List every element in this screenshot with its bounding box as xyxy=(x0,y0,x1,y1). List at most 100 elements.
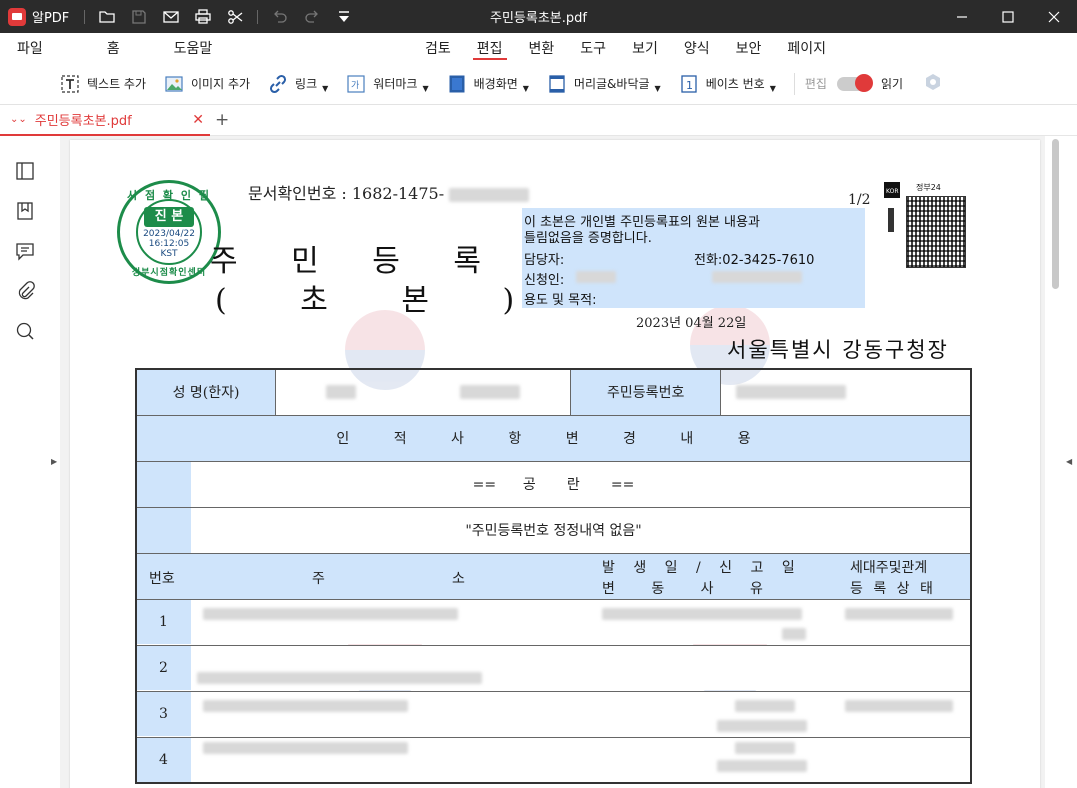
add-text-button[interactable]: 텍스트 추가 xyxy=(60,74,146,94)
right-strip xyxy=(1045,136,1077,788)
comment-panel-button[interactable] xyxy=(14,240,36,262)
search-icon xyxy=(16,322,34,340)
document-tab[interactable]: ⌄⌄ 주민등록초본.pdf ✕ xyxy=(0,105,210,136)
pdf-page: 시 점 확 인 필 진 본 2023/04/22 16:12:05 KST 정부… xyxy=(70,140,1040,788)
bates-number-button[interactable]: 1 베이츠 번호 ▼ xyxy=(679,74,776,94)
tab-convert[interactable]: 변환 xyxy=(516,33,568,63)
col-date-header-bottom: 변 동 사 유 xyxy=(602,581,779,597)
stamp-time: 16:12:05 xyxy=(148,239,190,249)
menu-file[interactable]: 파일 xyxy=(0,38,60,58)
header-footer-button[interactable]: 머리글&바닥글 ▼ xyxy=(547,74,661,94)
gov-seal-icon: KOR xyxy=(884,182,900,232)
purpose-label: 용도 및 목적: xyxy=(524,293,597,308)
tab-page[interactable]: 페이지 xyxy=(774,33,839,63)
close-tab-icon[interactable]: ✕ xyxy=(192,112,204,128)
document-tab-label: 주민등록초본.pdf xyxy=(34,114,132,129)
add-text-label: 텍스트 추가 xyxy=(87,77,147,91)
toolbar-separator xyxy=(793,72,795,95)
link-icon xyxy=(268,74,288,94)
email-button[interactable] xyxy=(155,0,187,33)
bookmark-panel-button[interactable] xyxy=(14,200,36,222)
resident-registration-table: 성 명(한자) 주민등록번호 인 적 사 항 변 경 내 용 == 공 란 == xyxy=(135,368,972,784)
redo-button[interactable] xyxy=(296,0,328,33)
row-number-3: 3 xyxy=(159,706,168,722)
document-number: 문서확인번호 : 1682-1475- xyxy=(248,180,530,204)
new-tab-button[interactable]: + xyxy=(215,110,229,130)
background-label: 배경화면 xyxy=(473,77,518,91)
header-footer-icon xyxy=(547,74,567,94)
no-correction-cell: "주민등록번호 정정내역 없음" xyxy=(135,506,972,554)
menu-home[interactable]: 홈 xyxy=(90,38,137,58)
link-label: 링크 xyxy=(295,77,318,91)
undo-icon xyxy=(274,10,287,23)
header-footer-dropdown-icon[interactable]: ▼ xyxy=(655,84,661,93)
tab-tools[interactable]: 도구 xyxy=(567,33,619,63)
tab-review[interactable]: 검토 xyxy=(412,33,464,63)
minimize-button[interactable] xyxy=(939,0,985,33)
window-controls xyxy=(939,0,1077,33)
tab-edit[interactable]: 편집 xyxy=(464,33,516,63)
watermark-button[interactable]: 가 워터마크 ▼ xyxy=(346,74,429,94)
redacted-doc-number xyxy=(449,187,530,202)
watermark-icon: 가 xyxy=(346,74,366,94)
redacted-household-3 xyxy=(845,700,953,712)
app-name: 알PDF xyxy=(32,11,70,26)
tab-view[interactable]: 보기 xyxy=(619,33,671,63)
link-dropdown-icon[interactable]: ▼ xyxy=(322,84,328,93)
maximize-button[interactable] xyxy=(985,0,1031,33)
watermark-dropdown-icon[interactable]: ▼ xyxy=(422,84,428,93)
vertical-scrollbar-thumb[interactable] xyxy=(1052,139,1059,289)
col-household-header-bottom: 등 록 상 태 xyxy=(850,581,936,597)
text-box-icon xyxy=(60,74,80,94)
thumbnail-panel-button[interactable] xyxy=(14,160,36,182)
title-separator xyxy=(84,9,85,24)
qr-code: 정부24 xyxy=(906,182,966,272)
minimize-icon xyxy=(957,15,967,18)
link-button[interactable]: 링크 ▼ xyxy=(268,74,328,94)
undo-button[interactable] xyxy=(264,0,296,33)
edit-read-toggle: 편집 읽기 xyxy=(805,73,904,92)
redacted-address-2 xyxy=(197,672,482,684)
settings-hex-icon[interactable] xyxy=(923,72,943,96)
toggle-knob xyxy=(854,73,873,92)
row-number-1: 1 xyxy=(159,614,168,630)
close-window-button[interactable] xyxy=(1031,0,1077,33)
mode-toggle-switch[interactable] xyxy=(836,73,873,92)
bates-number-label: 베이츠 번호 xyxy=(705,77,765,91)
attachment-panel-button[interactable] xyxy=(14,280,36,302)
print-button[interactable] xyxy=(187,0,219,33)
document-viewport[interactable]: 시 점 확 인 필 진 본 2023/04/22 16:12:05 KST 정부… xyxy=(60,136,1045,788)
redacted-name xyxy=(326,385,357,400)
background-dropdown-icon[interactable]: ▼ xyxy=(523,84,529,93)
col-address-header-2: 소 xyxy=(452,571,465,587)
quick-access-dropdown[interactable] xyxy=(328,0,360,33)
watermark-label: 워터마크 xyxy=(373,77,418,91)
open-folder-button[interactable] xyxy=(91,0,123,33)
address-row-3: 3 xyxy=(135,690,972,738)
read-mode-label: 읽기 xyxy=(880,77,904,91)
background-button[interactable]: 배경화면 ▼ xyxy=(447,74,529,94)
add-image-button[interactable]: 이미지 추가 xyxy=(164,74,250,94)
search-panel-button[interactable] xyxy=(14,320,36,342)
tab-form[interactable]: 양식 xyxy=(671,33,723,63)
stamp-timezone: KST xyxy=(160,249,178,259)
menu-help[interactable]: 도움말 xyxy=(157,38,230,58)
redacted-reason-4 xyxy=(717,759,807,772)
menu-left: 파일 홈 도움말 xyxy=(0,33,239,63)
tab-chevron-icon[interactable]: ⌄⌄ xyxy=(10,114,27,125)
tab-security[interactable]: 보안 xyxy=(723,33,775,63)
close-icon xyxy=(1048,11,1060,22)
certification-box: 이 초본은 개인별 주민등록표의 원본 내용과 틀림없음을 증명합니다. 담당자… xyxy=(522,208,865,308)
cut-button[interactable] xyxy=(219,0,251,33)
save-button[interactable] xyxy=(123,0,155,33)
stamp-bottom-text: 정부시점확인센터 xyxy=(131,268,207,278)
qr-label: 정부24 xyxy=(916,183,941,192)
expand-left-panel-icon[interactable]: ▶ xyxy=(51,457,57,466)
cert-line-2: 틀림없음을 증명합니다. xyxy=(524,231,652,246)
issuing-office: 서울특별시 강동구청장 xyxy=(727,338,949,362)
redacted-reason-3 xyxy=(717,720,807,732)
expand-right-panel-icon[interactable]: ◀ xyxy=(1066,457,1072,466)
redacted-applicant-id xyxy=(712,271,802,283)
bates-dropdown-icon[interactable]: ▼ xyxy=(770,84,776,93)
left-sidebar xyxy=(0,136,48,788)
